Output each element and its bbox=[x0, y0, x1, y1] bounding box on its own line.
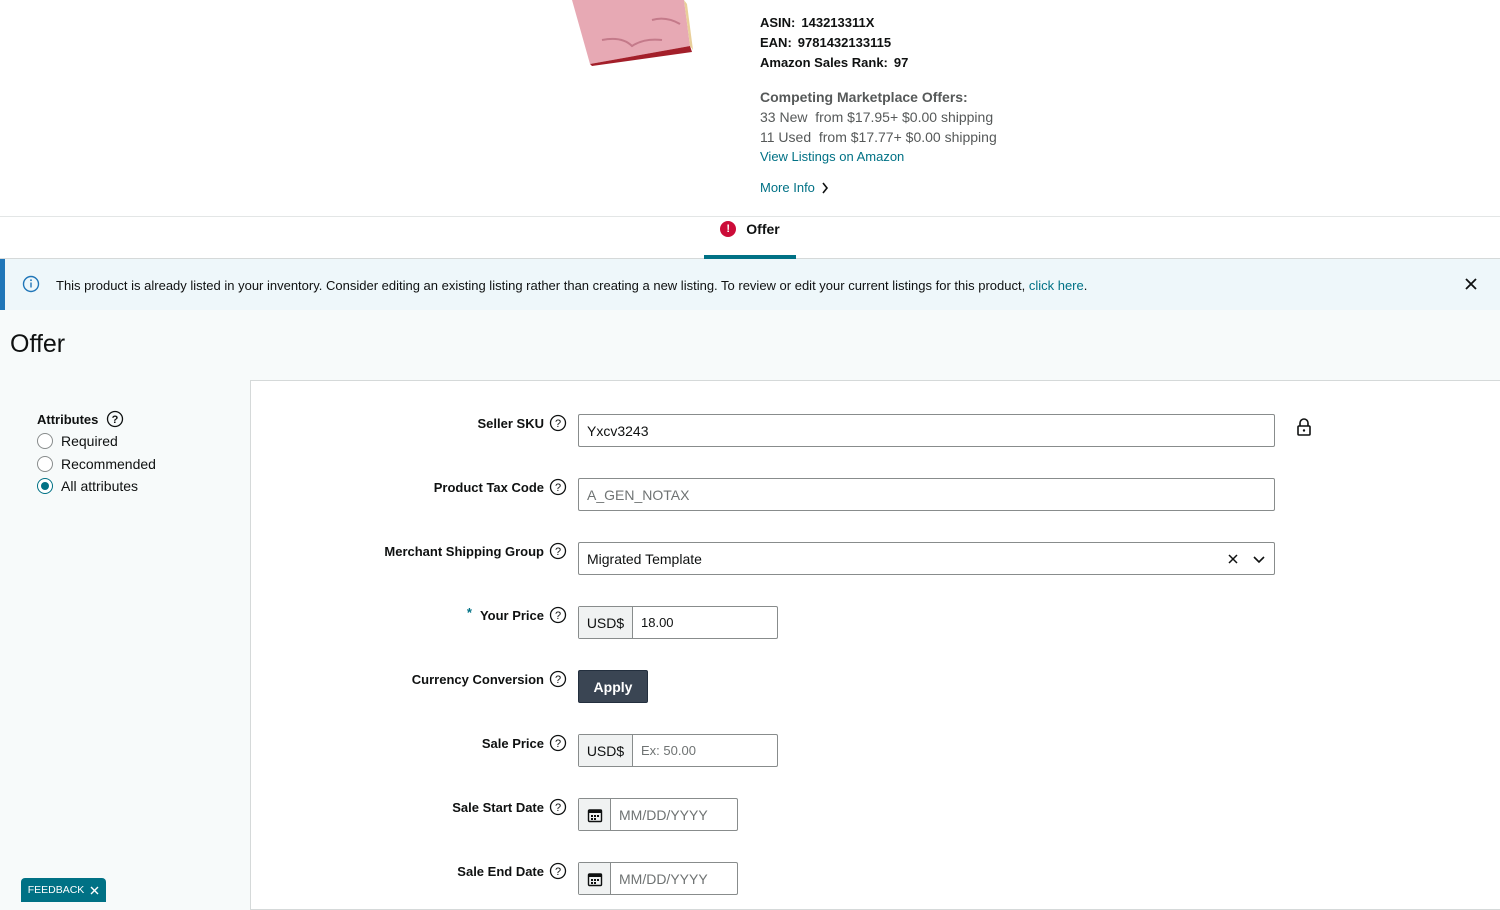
your-price-label: * Your Price bbox=[466, 605, 544, 624]
product-summary: ASIN: 143213311X EAN: 9781432133115 Amazon… bbox=[0, 0, 1500, 217]
seller-sku-label: Seller SKU bbox=[477, 416, 544, 431]
svg-text:?: ? bbox=[555, 610, 561, 622]
help-icon[interactable]: ? bbox=[549, 798, 567, 816]
your-price-field: * Your Price ? USD$ 18.00 bbox=[251, 605, 1500, 640]
close-icon[interactable] bbox=[90, 886, 99, 895]
product-tax-code-input[interactable]: A_GEN_NOTAX bbox=[578, 478, 1275, 511]
sale-price-input[interactable]: Ex: 50.00 bbox=[633, 735, 777, 766]
radio-button[interactable] bbox=[37, 433, 53, 450]
help-icon[interactable]: ? bbox=[549, 734, 567, 752]
shipping-group-label: Merchant Shipping Group bbox=[384, 544, 544, 559]
click-here-link[interactable]: click here bbox=[1029, 278, 1084, 293]
sale-start-date-label: Sale Start Date bbox=[452, 800, 544, 815]
radio-button-selected[interactable] bbox=[37, 478, 53, 495]
new-offers: 33 New from $17.95+ $0.00 shipping bbox=[760, 109, 994, 125]
currency-label: USD$ bbox=[579, 607, 633, 638]
shipping-group-select[interactable]: Migrated Template bbox=[578, 542, 1275, 575]
calendar-icon[interactable] bbox=[579, 799, 611, 830]
ean-label: EAN: bbox=[760, 35, 792, 50]
sale-price-label: Sale Price bbox=[481, 736, 544, 751]
svg-text:?: ? bbox=[555, 418, 561, 430]
lock-icon bbox=[1297, 418, 1311, 436]
sale-start-date-field: Sale Start Date ? MM/DD/YYYY bbox=[251, 798, 1500, 832]
more-info-label: More Info bbox=[760, 180, 815, 195]
tab-offer-label: Offer bbox=[746, 221, 780, 237]
sale-end-date-field: Sale End Date ? MM/DD/YYYY bbox=[251, 862, 1500, 896]
radio-label-recommended: Recommended bbox=[61, 455, 156, 472]
svg-text:?: ? bbox=[555, 482, 561, 494]
chevron-right-icon bbox=[822, 182, 828, 194]
radio-all-attributes[interactable]: All attributes bbox=[37, 475, 156, 498]
view-listings-link[interactable]: View Listings on Amazon bbox=[760, 147, 997, 167]
sale-end-date-label: Sale End Date bbox=[457, 864, 544, 879]
competing-offers-title: Competing Marketplace Offers: bbox=[760, 89, 968, 105]
help-icon[interactable]: ? bbox=[106, 410, 124, 428]
sale-price-input-group: USD$ Ex: 50.00 bbox=[578, 734, 778, 767]
page-title: Offer bbox=[10, 330, 66, 358]
svg-text:?: ? bbox=[555, 738, 561, 750]
radio-label-required: Required bbox=[61, 433, 118, 450]
svg-text:?: ? bbox=[555, 674, 561, 686]
sale-end-date-input[interactable]: MM/DD/YYYY bbox=[611, 863, 737, 894]
radio-label-all: All attributes bbox=[61, 478, 139, 495]
already-listed-alert: This product is already listed in your i… bbox=[0, 259, 1500, 310]
product-tax-code-field: Product Tax Code ? A_GEN_NOTAX bbox=[251, 478, 1500, 512]
currency-conversion-label: Currency Conversion bbox=[411, 672, 544, 687]
your-price-input-group: USD$ 18.00 bbox=[578, 606, 778, 639]
product-tax-code-label: Product Tax Code bbox=[433, 480, 544, 495]
svg-text:?: ? bbox=[555, 546, 561, 558]
tab-offer[interactable]: ! Offer bbox=[704, 217, 796, 259]
sales-rank-label: Amazon Sales Rank: bbox=[760, 55, 888, 70]
currency-conversion-field: Currency Conversion ? Apply bbox=[251, 670, 1500, 704]
asin-value: 143213311X bbox=[801, 15, 875, 30]
help-icon[interactable]: ? bbox=[549, 606, 567, 624]
your-price-input[interactable]: 18.00 bbox=[633, 607, 777, 638]
svg-text:?: ? bbox=[555, 866, 561, 878]
close-icon[interactable] bbox=[1463, 276, 1479, 292]
ean-value: 9781432133115 bbox=[797, 35, 892, 50]
tab-bar: ! Offer bbox=[0, 217, 1500, 259]
error-icon: ! bbox=[720, 221, 737, 237]
sale-start-date-input[interactable]: MM/DD/YYYY bbox=[611, 799, 737, 830]
help-icon[interactable]: ? bbox=[549, 478, 567, 496]
chevron-down-icon[interactable] bbox=[1252, 552, 1266, 566]
radio-recommended[interactable]: Recommended bbox=[37, 453, 156, 476]
alert-message: This product is already listed in your i… bbox=[56, 276, 1087, 296]
sale-start-date-input-group: MM/DD/YYYY bbox=[578, 798, 738, 831]
apply-button[interactable]: Apply bbox=[578, 670, 648, 703]
radio-button[interactable] bbox=[37, 455, 53, 472]
help-icon[interactable]: ? bbox=[549, 542, 567, 560]
attributes-filter: Attributes ? Required Recommended All at… bbox=[37, 408, 156, 498]
your-price-label-text: Your Price bbox=[479, 608, 544, 623]
help-icon[interactable]: ? bbox=[549, 862, 567, 880]
seller-sku-field: Seller SKU ? Yxcv3243 bbox=[251, 414, 1500, 448]
seller-sku-input[interactable]: Yxcv3243 bbox=[578, 414, 1275, 447]
offer-form: Seller SKU ? Yxcv3243 Product Tax Code ?… bbox=[250, 380, 1500, 910]
currency-label: USD$ bbox=[579, 735, 633, 766]
info-icon bbox=[22, 275, 40, 293]
help-icon[interactable]: ? bbox=[549, 670, 567, 688]
asin-label: ASIN: bbox=[760, 15, 796, 30]
svg-text:?: ? bbox=[555, 802, 561, 814]
used-offers: 11 Used from $17.77+ $0.00 shipping bbox=[760, 129, 997, 145]
clear-icon[interactable] bbox=[1226, 552, 1240, 566]
shipping-group-value: Migrated Template bbox=[587, 550, 702, 567]
radio-required[interactable]: Required bbox=[37, 430, 156, 453]
attributes-heading: Attributes bbox=[37, 411, 99, 427]
sale-price-field: Sale Price ? USD$ Ex: 50.00 bbox=[251, 734, 1500, 768]
svg-text:?: ? bbox=[112, 414, 119, 426]
alert-text-end: . bbox=[1083, 278, 1088, 293]
calendar-icon[interactable] bbox=[579, 863, 611, 894]
feedback-button[interactable]: FEEDBACK bbox=[21, 878, 106, 902]
sales-rank-value: 97 bbox=[893, 55, 909, 70]
feedback-label: FEEDBACK bbox=[27, 884, 85, 896]
shipping-group-field: Merchant Shipping Group ? Migrated Templ… bbox=[251, 542, 1500, 576]
sale-end-date-input-group: MM/DD/YYYY bbox=[578, 862, 738, 895]
help-icon[interactable]: ? bbox=[549, 414, 567, 432]
book-cover-image bbox=[572, 0, 693, 66]
required-mark: * bbox=[466, 605, 472, 620]
alert-text: This product is already listed in your i… bbox=[56, 278, 1029, 293]
more-info-link[interactable]: More Info bbox=[760, 178, 997, 198]
